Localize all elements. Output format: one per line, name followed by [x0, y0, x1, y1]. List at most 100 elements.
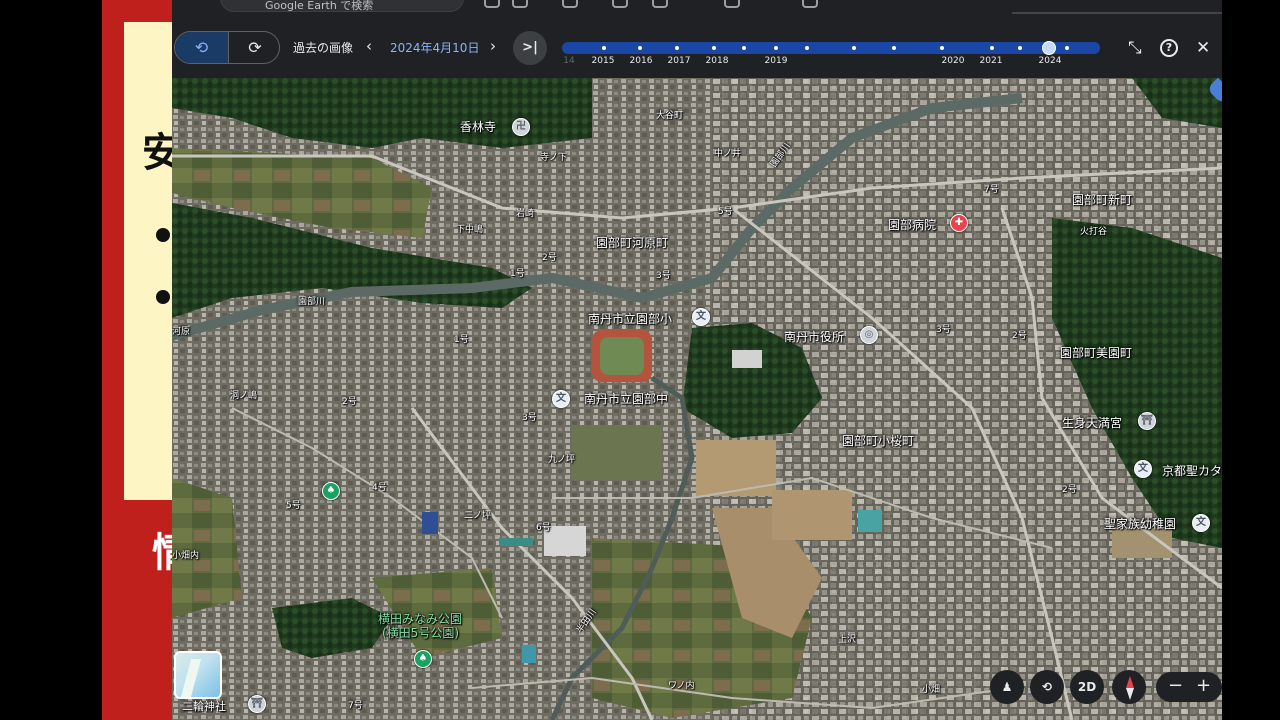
satellite-imagery: [172, 78, 1222, 720]
map-label: 九ノ坪: [548, 455, 576, 465]
timeline-year: 2024: [1038, 56, 1062, 66]
timeline-slider[interactable]: [562, 41, 1100, 55]
map-label: 7号: [348, 701, 363, 711]
toolbar-right-area: [1012, 0, 1222, 14]
map-label: 香林寺: [460, 120, 497, 134]
history-mode-icon[interactable]: ⟲: [175, 32, 228, 63]
map-label: 二輪神社: [182, 700, 226, 713]
timeline-dot[interactable]: [675, 46, 679, 50]
timeline-year: 2021: [979, 56, 1003, 66]
timeline-year: 2017: [667, 56, 691, 66]
timeline-dot[interactable]: [852, 46, 856, 50]
map-label: 6号: [536, 523, 551, 533]
background-slide: 安 情: [102, 0, 182, 720]
toolbar-icon-3[interactable]: [562, 0, 578, 8]
school-icon[interactable]: 文: [552, 390, 570, 408]
shrine-icon[interactable]: ⛩: [1138, 412, 1156, 430]
school-icon[interactable]: 文: [1192, 514, 1210, 532]
map-label: 園部川: [298, 297, 326, 307]
hospital-icon[interactable]: ✚: [950, 214, 968, 232]
tilt-icon[interactable]: ⟲: [1030, 670, 1064, 704]
toolbar-icon-5[interactable]: [652, 0, 668, 8]
toolbar-icon-2[interactable]: [512, 0, 528, 8]
map-label: 小畑内: [172, 551, 200, 561]
top-toolbar: Google Earth で検索: [172, 0, 1222, 18]
collapse-icon[interactable]: ⤡: [1128, 38, 1142, 58]
map-label: 聖家族幼稚園: [1104, 517, 1177, 531]
compass-icon[interactable]: [1112, 670, 1146, 704]
timeline-dot[interactable]: [892, 46, 896, 50]
map-label: 2号: [342, 397, 357, 407]
map-label: 3号: [656, 271, 671, 281]
shrine-icon[interactable]: ⛩: [248, 695, 266, 713]
chevron-right-icon[interactable]: ›: [490, 37, 496, 55]
map-label: 園部町小桜町: [842, 434, 915, 448]
map-label: 園部病院: [888, 218, 937, 232]
temple-icon[interactable]: 卍: [512, 118, 530, 136]
timeline-year: 2016: [629, 56, 653, 66]
timeline-dot[interactable]: [805, 46, 809, 50]
timeline-dot[interactable]: [712, 46, 716, 50]
timeline-selected-handle[interactable]: [1042, 41, 1056, 55]
zoom-in-button[interactable]: +: [1196, 675, 1211, 696]
map-label: 4号: [372, 483, 387, 493]
map-label: 大谷町: [656, 111, 684, 121]
zoom-out-button[interactable]: −: [1168, 675, 1183, 696]
toolbar-icon-1[interactable]: [484, 0, 500, 8]
timeline-dot[interactable]: [774, 46, 778, 50]
city-hall-icon[interactable]: ◎: [860, 326, 878, 344]
timeline-year: 2018: [705, 56, 729, 66]
map-label: 5号: [286, 501, 301, 511]
map-label: 3号: [936, 325, 951, 335]
map-label: 南丹市立園部中: [584, 392, 669, 406]
jump-latest-button[interactable]: >|: [513, 31, 547, 65]
map-label: 中ノ井: [714, 149, 742, 159]
map-label: 南丹市立園部小: [588, 312, 673, 326]
toolbar-icon-4[interactable]: [612, 0, 628, 8]
school-icon[interactable]: 文: [1134, 460, 1152, 478]
timeline-dot[interactable]: [602, 46, 606, 50]
park-icon[interactable]: ♠: [414, 650, 432, 668]
slide-bullet-1: [156, 228, 170, 242]
satellite-map[interactable]: 香林寺 卍 大谷町 寺ノ下 中ノ井 岩崎 下中嶋 園部町河原町 5号 1号 2号…: [172, 78, 1222, 720]
view-2d-button[interactable]: 2D: [1070, 670, 1104, 704]
imagery-date: 2024年4月10日: [390, 41, 480, 55]
map-label: 火打谷: [1080, 227, 1108, 237]
map-label: 寺ノ下: [540, 153, 568, 163]
timeline-dot[interactable]: [940, 46, 944, 50]
timeline-dot[interactable]: [1018, 46, 1022, 50]
close-icon[interactable]: ✕: [1196, 38, 1210, 58]
school-icon[interactable]: 文: [692, 308, 710, 326]
map-label: 園部町河原町: [596, 236, 669, 250]
timeline-year: 2020: [941, 56, 965, 66]
map-label: 3号: [522, 413, 537, 423]
map-style-thumbnail[interactable]: [174, 651, 222, 699]
map-label: 生身天満宮: [1062, 416, 1123, 430]
map-label: (横田5号公園): [382, 626, 459, 640]
timeline-dot[interactable]: [990, 46, 994, 50]
map-label: 上沢: [838, 635, 857, 645]
map-label: 園部町美園町: [1060, 346, 1133, 360]
search-box[interactable]: Google Earth で検索: [220, 0, 464, 12]
timeline-dot[interactable]: [1065, 46, 1069, 50]
park-icon[interactable]: ♠: [322, 482, 340, 500]
map-label: 1号: [510, 269, 525, 279]
search-text: Google Earth で検索: [265, 0, 374, 12]
timeline-dot[interactable]: [742, 46, 746, 50]
timeline-year: 2019: [764, 56, 788, 66]
map-label: 2号: [542, 253, 557, 263]
toolbar-icon-7[interactable]: [802, 0, 818, 8]
map-label: ワノ内: [668, 681, 695, 691]
current-mode-icon[interactable]: ⟳: [228, 32, 279, 63]
history-toggle: ⟲ ⟳: [174, 31, 280, 64]
timeline-year: 2015: [591, 56, 615, 66]
timeline-dot[interactable]: [638, 46, 642, 50]
earth-window: Google Earth で検索 ⟲ ⟳ 過去の画像 ‹ 2024年4月10日 …: [172, 0, 1222, 720]
toolbar-icon-6[interactable]: [724, 0, 740, 8]
zoom-control: − +: [1156, 672, 1222, 702]
pegman-icon[interactable]: ♟: [990, 670, 1024, 704]
chevron-left-icon[interactable]: ‹: [366, 37, 372, 55]
map-label: 7号: [984, 185, 999, 195]
map-label: 岩崎: [516, 209, 535, 219]
help-icon[interactable]: ?: [1160, 39, 1178, 57]
